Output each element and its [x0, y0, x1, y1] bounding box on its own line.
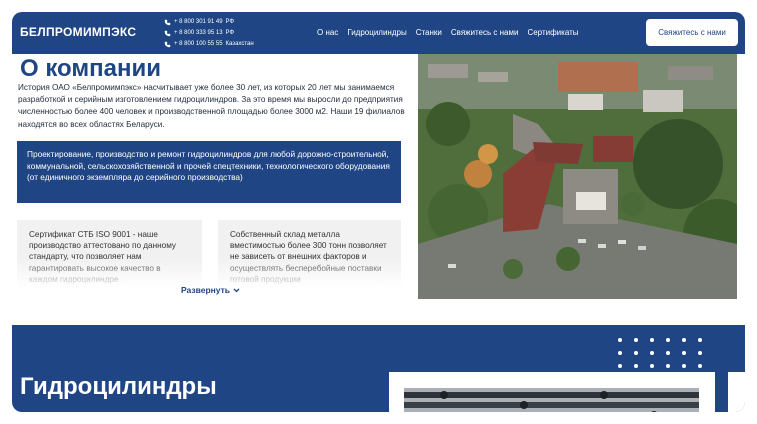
site-logo[interactable]: БЕЛПРОМИМПЭКС [20, 25, 136, 39]
card-fade [218, 258, 401, 288]
phone-number: + 8 800 333 95 13 [174, 30, 223, 36]
expand-link[interactable]: Развернуть [181, 285, 240, 295]
phone-country: РФ [225, 30, 235, 36]
nav-link-certificates[interactable]: Сертификаты [527, 28, 578, 37]
dot [666, 351, 670, 355]
product-card-partial[interactable] [728, 372, 745, 412]
phone-icon [164, 41, 171, 48]
site-header: БЕЛПРОМИМПЭКС + 8 800 301 91 49 РФ + 8 8… [12, 12, 745, 54]
dot [650, 364, 654, 368]
iso-certificate-card: Сертификат СТБ ISO 9001 - наше производс… [17, 220, 202, 288]
dot [618, 338, 622, 342]
phone-country: Казахстан [225, 41, 254, 47]
dot [682, 364, 686, 368]
phone-item[interactable]: + 8 800 333 95 13 РФ [164, 28, 254, 39]
nav-link-contact[interactable]: Свяжитесь с нами [451, 28, 519, 37]
phone-number: + 8 800 100 55 55 [174, 41, 223, 47]
decorative-dots [618, 338, 705, 368]
dot [634, 364, 638, 368]
metal-warehouse-card: Собственный склад металла вместимостью б… [218, 220, 401, 288]
nav-link-machines[interactable]: Станки [416, 28, 442, 37]
dot [666, 338, 670, 342]
hydraulic-cylinders-photo [404, 388, 699, 412]
dot [698, 338, 702, 342]
dot [634, 338, 638, 342]
browser-viewport: БЕЛПРОМИМПЭКС + 8 800 301 91 49 РФ + 8 8… [12, 12, 745, 412]
dot [634, 351, 638, 355]
phone-item[interactable]: + 8 800 100 55 55 Казахстан [164, 39, 254, 50]
phone-country: РФ [225, 19, 235, 25]
card-fade [17, 258, 202, 288]
nav-link-hydraulic-cylinders[interactable]: Гидроцилиндры [347, 28, 406, 37]
about-title: О компании [20, 55, 161, 82]
product-card[interactable] [389, 372, 715, 412]
services-highlight: Проектирование, производство и ремонт ги… [17, 141, 401, 203]
contact-us-button[interactable]: Свяжитесь с нами [646, 19, 738, 46]
main-nav: О нас Гидроцилиндры Станки Свяжитесь с н… [317, 28, 579, 37]
dot [650, 351, 654, 355]
dot [682, 338, 686, 342]
about-description: История ОАО «Белпромимпэкс» насчитывает … [18, 83, 405, 129]
phone-number: + 8 800 301 91 49 [174, 19, 223, 25]
dot [650, 338, 654, 342]
phone-icon [164, 30, 171, 37]
phone-list: + 8 800 301 91 49 РФ + 8 800 333 95 13 Р… [164, 17, 254, 50]
dot [666, 364, 670, 368]
nav-link-about[interactable]: О нас [317, 28, 338, 37]
factory-aerial-photo [418, 54, 737, 299]
phone-icon [164, 19, 171, 26]
dot [618, 364, 622, 368]
dot [698, 364, 702, 368]
expand-label: Развернуть [181, 285, 230, 295]
phone-item[interactable]: + 8 800 301 91 49 РФ [164, 17, 254, 28]
dot [698, 351, 702, 355]
dot [618, 351, 622, 355]
chevron-down-icon [233, 288, 240, 292]
hydraulics-title: Гидроцилиндры [20, 373, 217, 400]
dot [682, 351, 686, 355]
